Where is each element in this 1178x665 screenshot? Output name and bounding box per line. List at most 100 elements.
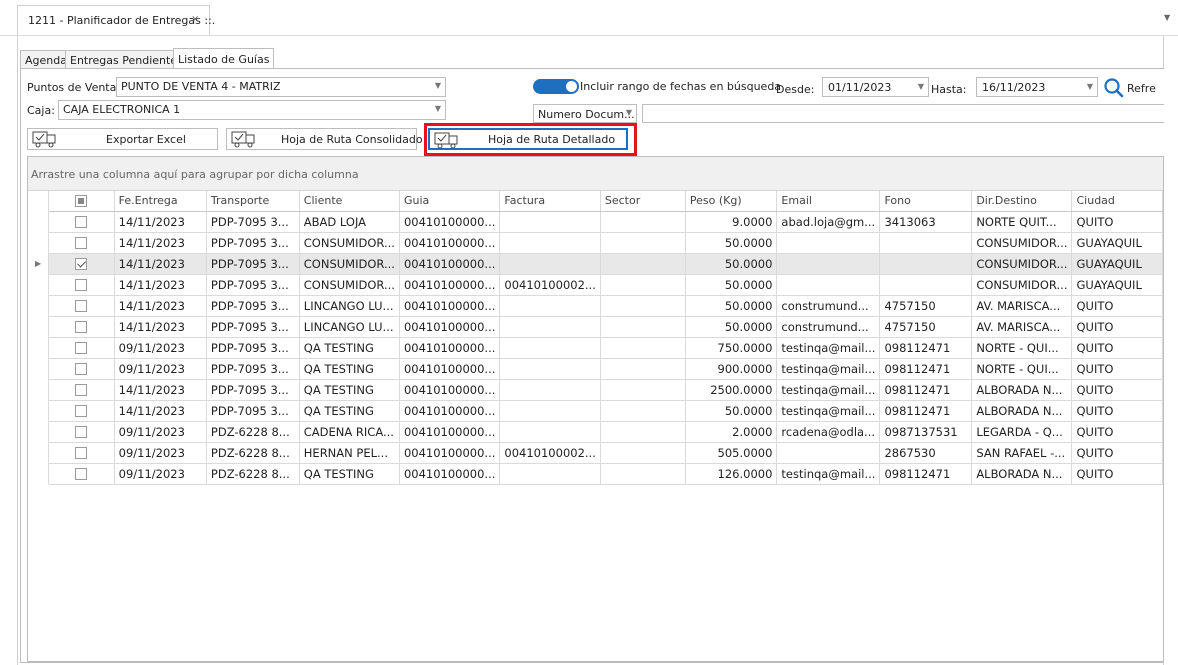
table-cell[interactable]: testinqa@mail... [776, 400, 881, 422]
table-cell[interactable]: GUAYAQUIL [1071, 253, 1163, 275]
table-cell[interactable]: AV. MARISCA... [971, 316, 1073, 338]
table-cell[interactable]: 098112471 [879, 463, 973, 485]
table-cell[interactable]: 750.0000 [685, 337, 778, 359]
table-cell[interactable]: 00410100002... [499, 442, 601, 464]
table-cell[interactable]: 50.0000 [685, 316, 778, 338]
row-checkbox[interactable] [75, 384, 88, 396]
table-cell[interactable]: PDP-7095 3... [206, 274, 300, 296]
table-cell[interactable]: 00410100000... [399, 295, 501, 317]
table-row[interactable]: 14/11/2023 PDP-7095 3... QA TESTING 0041010… [49, 400, 1163, 422]
table-cell[interactable]: LINCANGO LU... [299, 295, 400, 317]
search-field-select[interactable]: Numero Docum... ▼ [533, 104, 637, 123]
table-cell[interactable] [499, 421, 601, 443]
table-cell[interactable] [879, 253, 973, 275]
hoja-ruta-consolidado-button[interactable]: Hoja de Ruta Consolidado [226, 128, 423, 150]
table-cell[interactable]: QA TESTING [299, 400, 400, 422]
table-cell[interactable]: SAN RAFAEL -... [971, 442, 1073, 464]
table-cell[interactable]: QUITO [1071, 295, 1163, 317]
table-cell[interactable]: PDP-7095 3... [206, 379, 300, 401]
table-cell[interactable]: 4757150 [879, 295, 973, 317]
table-cell[interactable]: PDP-7095 3... [206, 232, 300, 254]
table-row[interactable]: 14/11/2023 PDP-7095 3... LINCANGO LU... 004… [49, 316, 1163, 338]
table-cell[interactable]: QUITO [1071, 337, 1163, 359]
column-header[interactable]: Factura [499, 191, 601, 212]
table-cell[interactable]: ABAD LOJA [299, 211, 400, 233]
table-cell[interactable]: 00410100000... [399, 211, 501, 233]
table-cell[interactable]: 2.0000 [685, 421, 778, 443]
table-cell[interactable] [776, 442, 881, 464]
table-cell[interactable] [600, 358, 686, 380]
row-checkbox[interactable] [75, 447, 88, 459]
table-cell[interactable]: rcadena@odla... [776, 421, 881, 443]
table-cell[interactable]: 00410100000... [399, 442, 501, 464]
column-header[interactable]: Transporte [206, 191, 300, 212]
table-row[interactable]: 14/11/2023 PDP-7095 3... CONSUMIDOR... 0041… [49, 232, 1163, 254]
table-cell[interactable]: 00410100002... [499, 274, 601, 296]
table-cell[interactable] [600, 295, 686, 317]
row-checkbox-cell[interactable] [49, 400, 115, 422]
table-cell[interactable] [600, 253, 686, 275]
table-cell[interactable]: CONSUMIDOR... [971, 274, 1073, 296]
table-cell[interactable]: 2500.0000 [685, 379, 778, 401]
table-cell[interactable]: QA TESTING [299, 358, 400, 380]
table-cell[interactable]: 00410100000... [399, 253, 501, 275]
table-row[interactable]: 14/11/2023 PDP-7095 3... QA TESTING 0041010… [49, 379, 1163, 401]
column-header[interactable]: Fono [879, 191, 973, 212]
table-cell[interactable]: 4757150 [879, 316, 973, 338]
table-cell[interactable]: 126.0000 [685, 463, 778, 485]
row-checkbox-cell[interactable] [49, 295, 115, 317]
column-header[interactable]: Guia [399, 191, 501, 212]
table-cell[interactable]: LEGARDA - Q... [971, 421, 1073, 443]
table-cell[interactable] [499, 400, 601, 422]
table-row[interactable]: 09/11/2023 PDP-7095 3... QA TESTING 0041010… [49, 358, 1163, 380]
table-cell[interactable]: ALBORADA N... [971, 463, 1073, 485]
row-checkbox[interactable] [75, 258, 88, 270]
select-all-checkbox[interactable] [75, 195, 88, 208]
column-header[interactable]: Cliente [299, 191, 400, 212]
table-cell[interactable] [499, 295, 601, 317]
table-cell[interactable]: 50.0000 [685, 253, 778, 275]
table-cell[interactable]: LINCANGO LU... [299, 316, 400, 338]
column-header[interactable]: Email [776, 191, 881, 212]
table-row[interactable]: 14/11/2023 PDP-7095 3... LINCANGO LU... 004… [49, 295, 1163, 317]
column-header[interactable]: Ciudad [1071, 191, 1163, 212]
table-cell[interactable]: 098112471 [879, 337, 973, 359]
table-cell[interactable] [499, 253, 601, 275]
row-checkbox-cell[interactable] [49, 379, 115, 401]
table-cell[interactable]: PDP-7095 3... [206, 400, 300, 422]
table-cell[interactable] [600, 337, 686, 359]
table-cell[interactable]: AV. MARISCA... [971, 295, 1073, 317]
row-checkbox[interactable] [75, 468, 88, 480]
table-cell[interactable]: QUITO [1071, 316, 1163, 338]
table-cell[interactable]: 09/11/2023 [114, 463, 207, 485]
row-checkbox[interactable] [75, 216, 88, 228]
table-row[interactable]: 09/11/2023 PDZ-6228 8... HERNAN PEL... 0041… [49, 442, 1163, 464]
table-cell[interactable]: 00410100000... [399, 358, 501, 380]
row-checkbox-cell[interactable] [49, 232, 115, 254]
table-cell[interactable]: QUITO [1071, 379, 1163, 401]
table-cell[interactable] [499, 337, 601, 359]
table-cell[interactable]: testinqa@mail... [776, 358, 881, 380]
row-checkbox[interactable] [75, 363, 88, 375]
row-checkbox[interactable] [75, 405, 88, 417]
table-cell[interactable]: CONSUMIDOR... [971, 253, 1073, 275]
row-checkbox-cell[interactable] [49, 211, 115, 233]
row-checkbox-cell[interactable] [49, 316, 115, 338]
table-cell[interactable]: 00410100000... [399, 316, 501, 338]
table-cell[interactable] [600, 316, 686, 338]
table-cell[interactable] [499, 463, 601, 485]
table-cell[interactable]: 00410100000... [399, 232, 501, 254]
group-by-panel[interactable]: Arrastre una columna aquí para agrupar p… [28, 157, 1163, 191]
table-cell[interactable]: construmund... [776, 316, 881, 338]
chevron-down-icon[interactable]: ▼ [1164, 13, 1170, 22]
refresh-button[interactable]: Refre [1101, 77, 1164, 99]
row-checkbox[interactable] [75, 237, 88, 249]
table-cell[interactable]: 505.0000 [685, 442, 778, 464]
table-cell[interactable]: 00410100000... [399, 463, 501, 485]
table-cell[interactable]: QUITO [1071, 421, 1163, 443]
table-cell[interactable]: 098112471 [879, 379, 973, 401]
table-cell[interactable] [776, 253, 881, 275]
table-cell[interactable] [499, 358, 601, 380]
table-cell[interactable]: QA TESTING [299, 337, 400, 359]
table-cell[interactable]: PDP-7095 3... [206, 295, 300, 317]
